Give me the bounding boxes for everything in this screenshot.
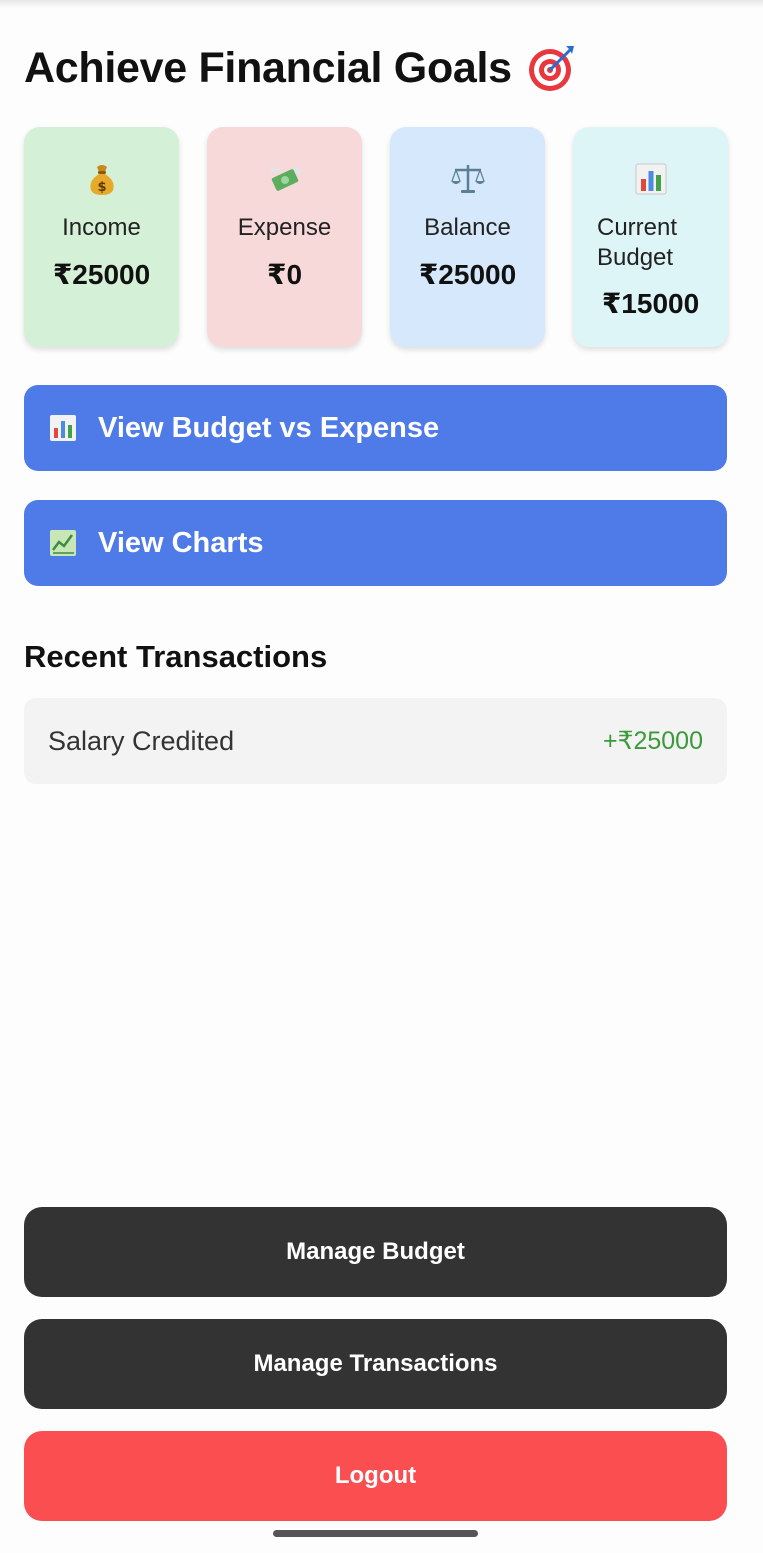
chart-up-icon [48, 528, 78, 558]
recent-transactions-heading: Recent Transactions [24, 639, 328, 674]
status-bar-shadow [0, 0, 763, 8]
expense-value: ₹0 [266, 259, 303, 290]
current-budget-label: Current Budget [597, 213, 728, 273]
bar-chart-icon [573, 161, 728, 197]
current-budget-label-line2: Budget [597, 244, 674, 271]
bar-chart-icon [48, 413, 78, 443]
home-indicator[interactable] [273, 1530, 478, 1537]
page-title-text: Achieve Financial Goals [24, 43, 512, 92]
svg-text:$: $ [97, 180, 106, 195]
current-budget-value: ₹15000 [601, 288, 700, 319]
expense-card: Expense ₹0 [207, 127, 362, 347]
balance-card: Balance ₹25000 [390, 127, 545, 347]
expense-label: Expense [237, 214, 332, 241]
view-charts-button[interactable]: View Charts [24, 500, 727, 586]
scales-icon [390, 161, 545, 197]
balance-label: Balance [424, 214, 511, 241]
manage-transactions-button[interactable]: Manage Transactions [24, 1319, 727, 1409]
money-bag-icon: $ [24, 161, 179, 197]
manage-budget-button[interactable]: Manage Budget [24, 1207, 727, 1297]
view-charts-label: View Charts [98, 526, 264, 559]
current-budget-card: Current Budget ₹15000 [573, 127, 728, 347]
balance-value: ₹25000 [418, 259, 517, 290]
current-budget-label-line1: Current [597, 214, 678, 241]
summary-cards: $ Income ₹25000 Expense ₹0 Balance ₹2500… [24, 127, 728, 347]
money-wings-icon [207, 161, 362, 197]
income-label: Income [62, 214, 141, 241]
view-budget-vs-expense-label: View Budget vs Expense [98, 411, 440, 444]
income-card: $ Income ₹25000 [24, 127, 179, 347]
logout-button[interactable]: Logout [24, 1431, 727, 1521]
page-title: Achieve Financial Goals [24, 42, 578, 94]
target-icon [526, 42, 578, 94]
income-value: ₹25000 [52, 259, 151, 290]
view-budget-vs-expense-button[interactable]: View Budget vs Expense [24, 385, 727, 471]
list-item[interactable]: Salary Credited +₹25000 [24, 698, 727, 784]
transaction-amount: +₹25000 [602, 727, 703, 755]
transaction-description: Salary Credited [48, 725, 235, 756]
